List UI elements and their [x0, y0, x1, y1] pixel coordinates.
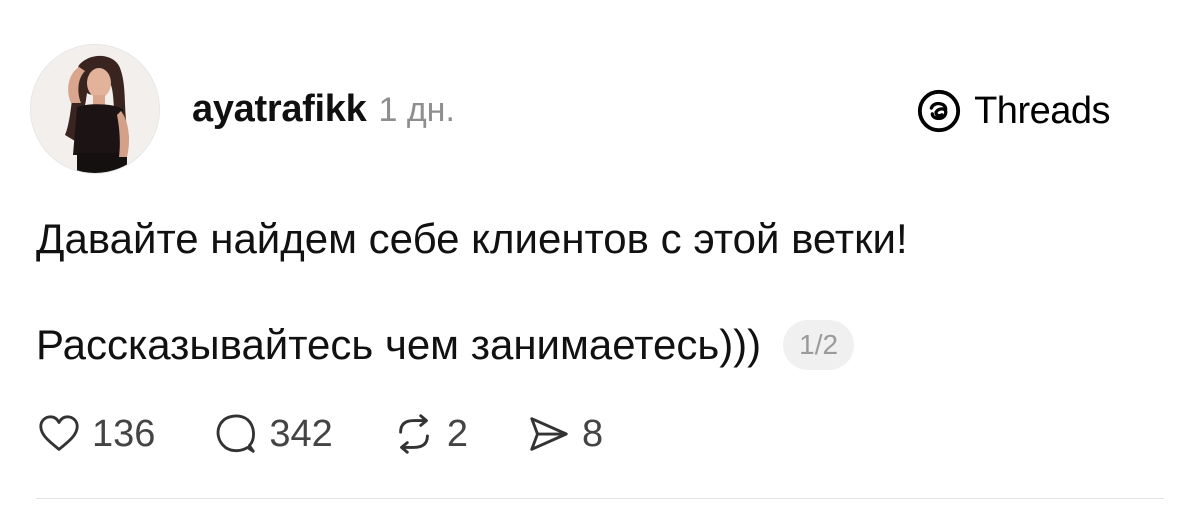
avatar-image	[31, 45, 159, 173]
heart-icon	[39, 415, 79, 451]
brand-name: Threads	[974, 89, 1110, 132]
reply-button[interactable]: 342	[213, 411, 333, 457]
send-icon	[530, 417, 568, 451]
page-indicator-badge: 1/2	[783, 320, 855, 370]
action-bar: 136 342 2 8	[36, 406, 661, 462]
divider	[36, 498, 1164, 499]
like-button[interactable]: 136	[36, 411, 155, 457]
threads-brand: Threads	[916, 86, 1110, 136]
repost-button[interactable]: 2	[391, 411, 468, 457]
post-text-line-2-row: Рассказывайтесь чем занимаетесь))) 1/2	[36, 320, 855, 370]
post-header: ayatrafikk 1 дн.	[192, 88, 455, 138]
post-text-line-1: Давайте найдем себе клиентов с этой ветк…	[36, 215, 908, 262]
threads-logo-icon	[918, 89, 961, 133]
threads-post: ayatrafikk 1 дн. Threads Давайте найдем …	[0, 0, 1200, 514]
timestamp: 1 дн.	[378, 91, 455, 129]
share-button[interactable]: 8	[526, 411, 603, 457]
post-text-line-2: Рассказывайтесь чем занимаетесь)))	[36, 321, 762, 368]
like-count: 136	[92, 412, 156, 455]
share-count: 8	[581, 412, 604, 455]
reply-count: 342	[269, 412, 333, 455]
repost-count: 2	[446, 412, 468, 455]
username[interactable]: ayatrafikk	[192, 88, 367, 131]
comment-icon	[217, 414, 256, 453]
avatar[interactable]	[30, 44, 160, 174]
repost-icon	[398, 414, 429, 454]
